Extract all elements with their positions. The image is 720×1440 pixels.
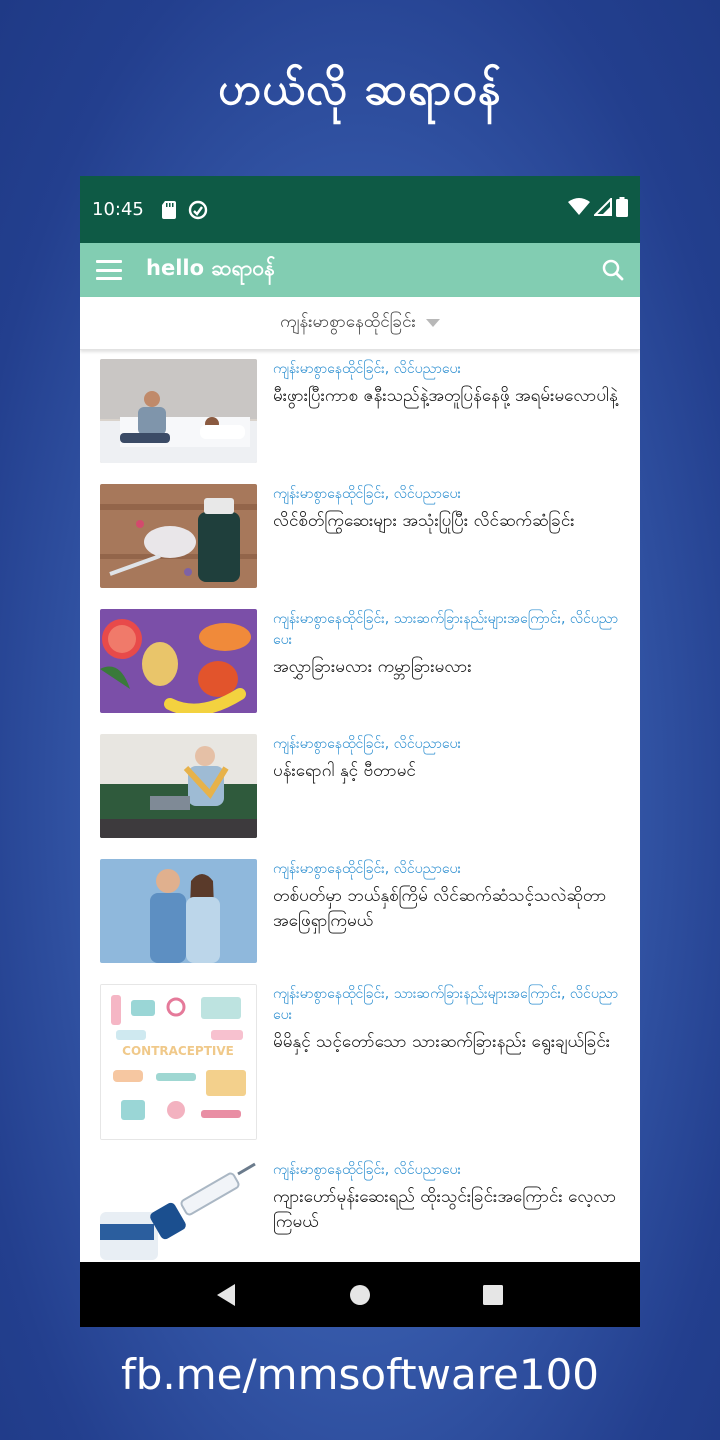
article-title: ပန်းရောဂါ နှင့် ဗီတာမင်	[273, 761, 416, 781]
article-thumbnail: CONTRACEPTIVE	[100, 984, 257, 1140]
article-thumbnail	[100, 859, 257, 963]
article-item[interactable]: ကျန်းမာစွာနေထိုင်ခြင်း, လိင်ပညာပေး လိင်စ…	[100, 484, 630, 588]
article-item[interactable]: ကျန်းမာစွာနေထိုင်ခြင်း, လိင်ပညာပေး ကျားဟ…	[100, 1160, 630, 1260]
article-title: ကျားဟော်မုန်းဆေးရည် ထိုးသွင်းခြင်းအကြောင…	[273, 1187, 617, 1232]
status-bar: 10:45	[80, 176, 640, 243]
article-thumbnail	[100, 1160, 257, 1260]
article-categories: ကျန်းမာစွာနေထိုင်ခြင်း, လိင်ပညာပေး	[273, 486, 462, 502]
sd-card-icon	[161, 200, 176, 219]
article-thumbnail	[100, 359, 257, 463]
wifi-icon	[568, 198, 590, 221]
article-item[interactable]: ကျန်းမာစွာနေထိုင်ခြင်း, သားဆက်ခြားနည်းမျ…	[100, 609, 630, 713]
system-navigation-bar	[80, 1262, 640, 1327]
article-categories: ကျန်းမာစွာနေထိုင်ခြင်း, သားဆက်ခြားနည်းမျ…	[273, 986, 619, 1023]
article-title: မီးဖွားပြီးကာစ ဇနီးသည်နဲ့အတူပြန်နေဖို့ အ…	[273, 386, 618, 406]
back-icon[interactable]	[207, 1275, 247, 1315]
article-categories: ကျန်းမာစွာနေထိုင်ခြင်း, လိင်ပညာပေး	[273, 1162, 462, 1178]
contraceptive-image-text: CONTRACEPTIVE	[122, 1044, 234, 1058]
article-categories: ကျန်းမာစွာနေထိုင်ခြင်း, လိင်ပညာပေး	[273, 361, 462, 377]
category-filter-dropdown[interactable]: ကျန်းမာစွာနေထိုင်ခြင်း	[80, 297, 640, 350]
promo-title: ဟယ်လို ဆရာဝန်	[218, 64, 502, 115]
sync-icon	[188, 200, 208, 220]
article-title: အလွှာခြားမလား ကမ္ဘာခြားမလား	[273, 657, 472, 677]
article-title: မိမိနှင့် သင့်တော်သော သားဆက်ခြားနည်း ရွေ…	[273, 1032, 611, 1052]
app-logo: hello ဆရာဝန်	[146, 255, 275, 280]
article-thumbnail	[100, 734, 257, 838]
article-item[interactable]: ကျန်းမာစွာနေထိုင်ခြင်း, လိင်ပညာပေး ပန်းရ…	[100, 734, 630, 838]
phone-screen: 10:45 hello ဆရာဝန် ကျန်းမာစွာနေထိုင်ခြင်…	[80, 176, 640, 1327]
article-title: တစ်ပတ်မှာ ဘယ်နှစ်ကြိမ် လိင်ဆက်ဆံသင့်သလဲဆ…	[273, 886, 607, 931]
article-title: လိင်စိတ်ကြွဆေးများ အသုံးပြုပြီး လိင်ဆက်ဆ…	[273, 511, 575, 531]
article-item[interactable]: ကျန်းမာစွာနေထိုင်ခြင်း, လိင်ပညာပေး တစ်ပတ…	[100, 859, 630, 963]
dropdown-caret-icon	[425, 319, 440, 327]
home-icon[interactable]	[340, 1275, 380, 1315]
article-categories: ကျန်းမာစွာနေထိုင်ခြင်း, လိင်ပညာပေး	[273, 861, 462, 877]
hamburger-menu-icon[interactable]	[96, 260, 122, 280]
article-categories: ကျန်းမာစွာနေထိုင်ခြင်း, သားဆက်ခြားနည်းမျ…	[273, 611, 619, 648]
article-thumbnail	[100, 484, 257, 588]
status-time: 10:45	[92, 199, 144, 220]
article-item[interactable]: CONTRACEPTIVE ကျန်းမာစွာနေထိုင်ခြင်း, သာ…	[100, 984, 630, 1140]
category-filter-label: ကျန်းမာစွာနေထိုင်ခြင်း	[280, 311, 416, 332]
recents-icon[interactable]	[473, 1275, 513, 1315]
search-icon[interactable]	[602, 259, 624, 281]
article-item[interactable]: ကျန်းမာစွာနေထိုင်ခြင်း, လိင်ပညာပေး မီးဖွ…	[100, 359, 630, 463]
app-bar: hello ဆရာဝန်	[80, 243, 640, 297]
article-categories: ကျန်းမာစွာနေထိုင်ခြင်း, လိင်ပညာပေး	[273, 736, 462, 752]
article-thumbnail	[100, 609, 257, 713]
promo-footer-link: fb.me/mmsoftware100	[120, 1350, 600, 1399]
battery-icon	[616, 197, 628, 222]
signal-icon	[592, 196, 612, 221]
